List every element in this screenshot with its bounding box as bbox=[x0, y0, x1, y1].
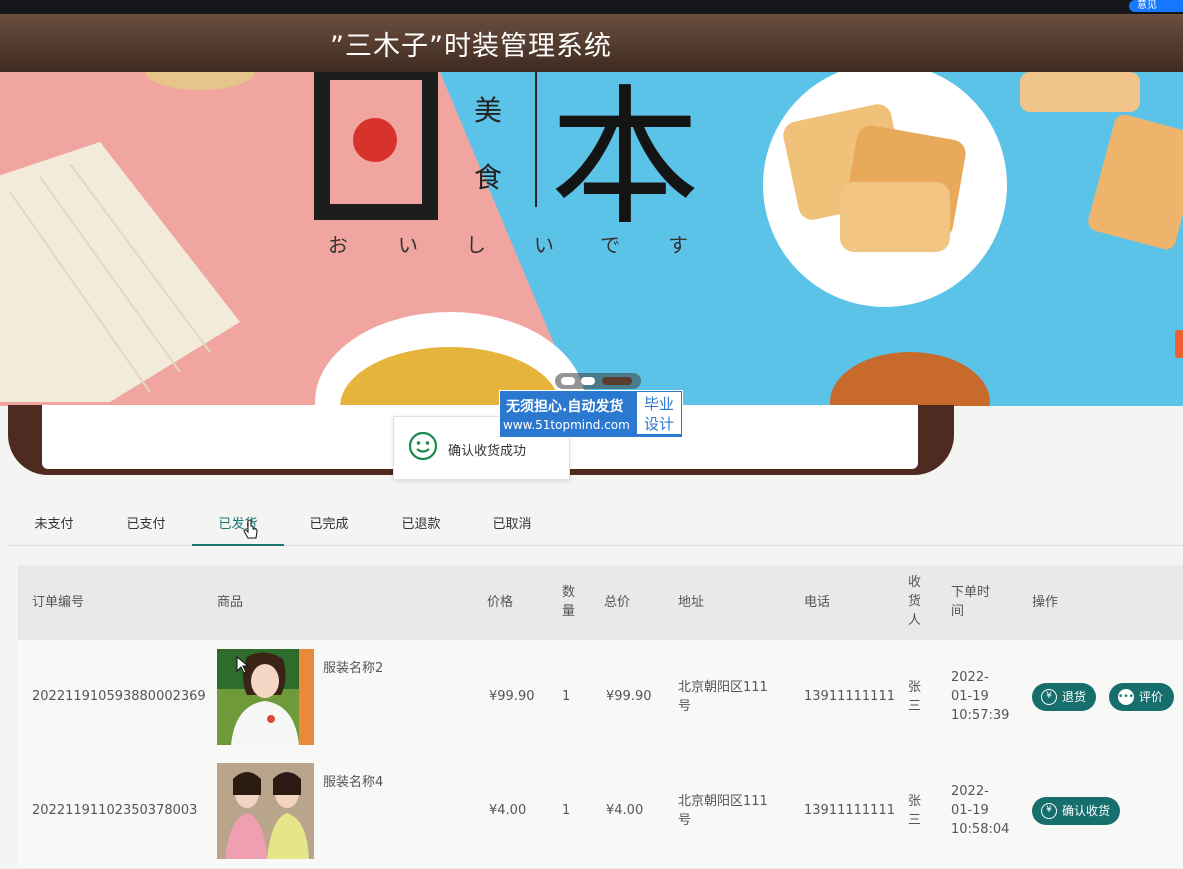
receiver-line2: 三 bbox=[908, 813, 922, 828]
product-thumbnail[interactable] bbox=[217, 649, 314, 745]
return-button-label: 退货 bbox=[1062, 690, 1087, 704]
table-row: 20221191102350378003 服装名称4 ¥4.00 1 ¥4.00… bbox=[18, 754, 1183, 869]
banner-small-char-2: 食 bbox=[474, 161, 502, 194]
phone: 13911111111 bbox=[804, 803, 895, 818]
order-time: 2022- 01-19 10:57:39 bbox=[951, 668, 1009, 725]
tab-completed[interactable]: 已完成 bbox=[283, 505, 375, 544]
toast-message: 确认收货成功 bbox=[448, 444, 527, 459]
table-header: 订单编号 商品 价格 数量 总价 地址 电话 收货人 下单时间 操作 bbox=[18, 565, 1183, 640]
top-bar bbox=[0, 0, 1183, 14]
address: 北京朝阳区111 号 bbox=[678, 678, 768, 716]
banner-image: 美 食 本 お い し い で す bbox=[0, 72, 1183, 406]
arrow-cursor-icon bbox=[236, 656, 248, 674]
watermark-box: 毕业 设计 bbox=[636, 391, 682, 435]
carousel-indicators bbox=[555, 373, 641, 389]
header-phone: 电话 bbox=[804, 595, 831, 610]
tab-paid[interactable]: 已支付 bbox=[100, 505, 192, 544]
order-time-line3: 10:57:39 bbox=[951, 708, 1010, 723]
banner-kana-char: す bbox=[668, 233, 688, 257]
feedback-label: 意见 bbox=[1137, 0, 1157, 11]
smile-icon bbox=[408, 431, 438, 461]
feedback-button[interactable]: 意见 bbox=[1129, 0, 1183, 12]
watermark-box-line2: 设计 bbox=[643, 415, 674, 433]
header-product: 商品 bbox=[217, 595, 244, 610]
product-name[interactable]: 服装名称4 bbox=[323, 773, 383, 792]
watermark-line1: 无须担心.自动发货 bbox=[506, 399, 624, 415]
receiver-line2: 三 bbox=[908, 699, 922, 714]
banner-kana-char: い bbox=[534, 233, 554, 257]
banner-big-char: 本 bbox=[550, 72, 700, 246]
page-header: ”三木子”时装管理系统 bbox=[0, 14, 1183, 72]
review-button[interactable]: ••• 评价 bbox=[1109, 683, 1174, 711]
header-address: 地址 bbox=[678, 595, 705, 610]
receiver: 张 三 bbox=[908, 678, 921, 716]
header-order-time: 下单时间 bbox=[951, 585, 991, 619]
page-title: ”三木子”时装管理系统 bbox=[330, 31, 612, 62]
order-status-tabs: 未支付 已支付 已发货 已完成 已退款 已取消 bbox=[8, 505, 1183, 546]
header-qty: 数量 bbox=[562, 585, 576, 619]
total-price: ¥4.00 bbox=[606, 803, 644, 818]
order-time-line3: 10:58:04 bbox=[951, 822, 1010, 837]
header-price: 价格 bbox=[487, 595, 514, 610]
hand-cursor-icon bbox=[243, 520, 258, 539]
address-line1: 北京朝阳区111 bbox=[678, 794, 768, 809]
price: ¥99.90 bbox=[489, 689, 535, 704]
phone: 13911111111 bbox=[804, 689, 895, 704]
quantity: 1 bbox=[562, 803, 571, 818]
carousel-dot[interactable] bbox=[581, 377, 595, 385]
receiver-line1: 张 bbox=[908, 794, 922, 809]
price: ¥4.00 bbox=[489, 803, 527, 818]
header-order-no: 订单编号 bbox=[32, 595, 85, 610]
return-button[interactable]: ¥ 退货 bbox=[1032, 683, 1096, 711]
receiver-line1: 张 bbox=[908, 680, 922, 695]
banner-kana-char: い bbox=[398, 233, 418, 257]
review-button-label: 评价 bbox=[1139, 690, 1164, 704]
tab-unpaid[interactable]: 未支付 bbox=[8, 505, 100, 544]
product-name[interactable]: 服装名称2 bbox=[323, 659, 383, 678]
address: 北京朝阳区111 号 bbox=[678, 792, 768, 830]
header-receiver: 收货人 bbox=[908, 575, 922, 628]
tab-cancelled[interactable]: 已取消 bbox=[466, 505, 558, 544]
yen-icon: ¥ bbox=[1041, 689, 1057, 705]
yen-icon: ¥ bbox=[1041, 803, 1057, 819]
banner-small-char-1: 美 bbox=[474, 94, 502, 127]
address-line2: 号 bbox=[678, 813, 692, 828]
watermark-box-line1: 毕业 bbox=[643, 395, 674, 413]
banner-kana-char: お bbox=[328, 233, 348, 257]
confirm-receipt-label: 确认收货 bbox=[1062, 804, 1111, 818]
order-time: 2022- 01-19 10:58:04 bbox=[951, 782, 1009, 839]
watermark: 无须担心.自动发货 www.51topmind.com 毕业 设计 bbox=[499, 390, 683, 438]
order-no: 20221191102350378003 bbox=[32, 803, 198, 818]
order-time-line2: 01-19 bbox=[951, 689, 989, 704]
order-time-line1: 2022- bbox=[951, 784, 989, 799]
tab-refunded[interactable]: 已退款 bbox=[375, 505, 467, 544]
header-action: 操作 bbox=[1032, 595, 1059, 610]
table-row: 202211910593880002369 服装名称2 ¥99.90 1 ¥99… bbox=[18, 640, 1183, 755]
banner-kana-char: し bbox=[466, 233, 486, 257]
chat-icon: ••• bbox=[1118, 689, 1134, 705]
carousel-dot[interactable] bbox=[561, 377, 575, 385]
order-no: 202211910593880002369 bbox=[32, 689, 206, 704]
receiver: 张 三 bbox=[908, 792, 921, 830]
carousel-dot-active[interactable] bbox=[602, 377, 632, 385]
tab-shipped[interactable]: 已发货 bbox=[192, 505, 284, 546]
quantity: 1 bbox=[562, 689, 571, 704]
product-thumbnail[interactable] bbox=[217, 763, 314, 859]
address-line2: 号 bbox=[678, 699, 692, 714]
order-time-line2: 01-19 bbox=[951, 803, 989, 818]
confirm-receipt-button[interactable]: ¥ 确认收货 bbox=[1032, 797, 1120, 825]
banner-carousel[interactable]: 美 食 本 お い し い で す bbox=[0, 72, 1183, 406]
banner-kana-char: で bbox=[600, 233, 620, 257]
watermark-line2: www.51topmind.com bbox=[503, 418, 630, 432]
order-time-line1: 2022- bbox=[951, 670, 989, 685]
total-price: ¥99.90 bbox=[606, 689, 652, 704]
header-total: 总价 bbox=[604, 595, 631, 610]
address-line1: 北京朝阳区111 bbox=[678, 680, 768, 695]
